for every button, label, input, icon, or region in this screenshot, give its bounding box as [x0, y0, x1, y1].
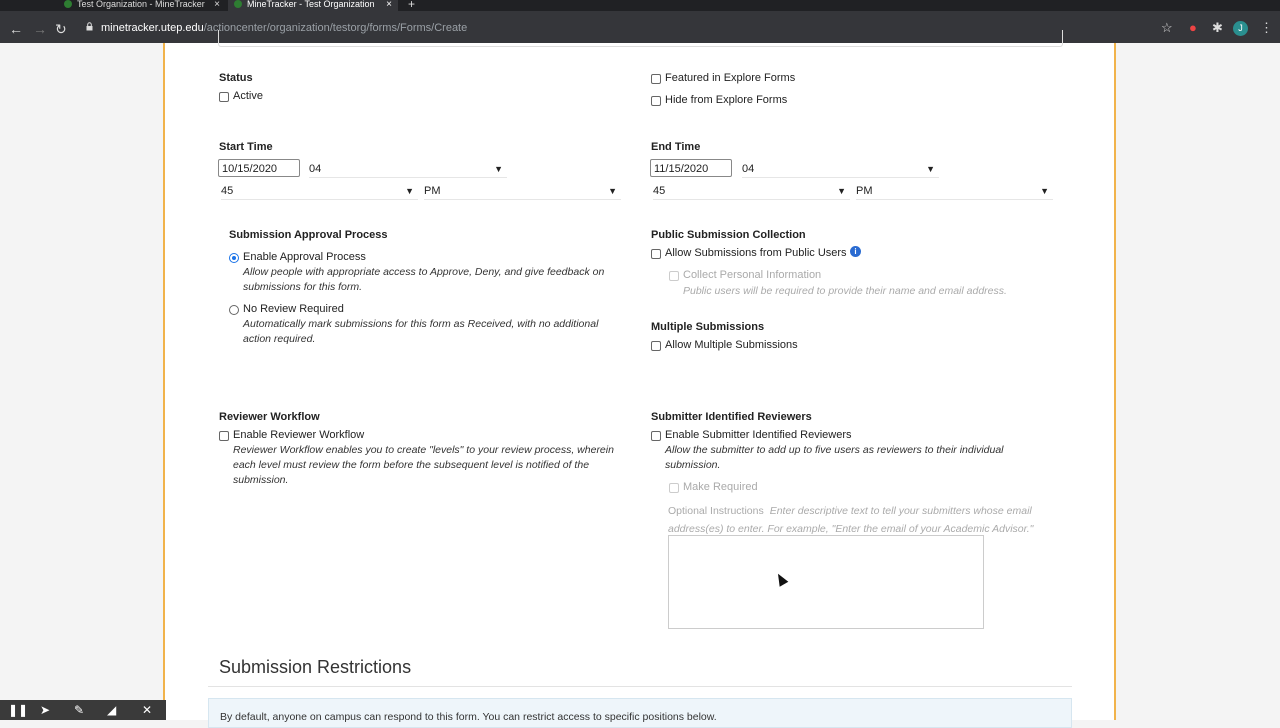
start-ampm-select[interactable]: PM ▼ — [424, 183, 621, 200]
browser-tab-1[interactable]: Test Organization - MineTracker × — [58, 0, 226, 11]
allow-public-label: Allow Submissions from Public Users — [665, 247, 847, 259]
end-date-input[interactable]: 11/15/2020 — [650, 159, 732, 177]
featured-checkbox[interactable] — [651, 74, 661, 84]
menu-icon[interactable]: ⋮ — [1260, 20, 1273, 36]
collect-info-label: Collect Personal Information — [683, 269, 822, 281]
puzzle-icon[interactable]: ✱ — [1212, 20, 1223, 36]
end-minute-select[interactable]: 45 ▼ — [653, 183, 850, 200]
chevron-down-icon: ▼ — [608, 186, 617, 196]
tab-bar: Test Organization - MineTracker × MineTr… — [0, 0, 1280, 11]
pen-icon[interactable]: ✎ — [74, 703, 84, 717]
start-minute-select[interactable]: 45 ▼ — [221, 183, 418, 200]
enable-approval-label: Enable Approval Process — [243, 251, 366, 263]
close-tab-icon[interactable]: × — [386, 0, 392, 10]
favicon-icon — [234, 0, 242, 8]
start-hour-select[interactable]: 04 ▼ — [309, 161, 507, 178]
submitter-label: Submitter Identified Reviewers — [651, 411, 812, 423]
end-hour-select[interactable]: 04 ▼ — [742, 161, 939, 178]
submitter-help: Allow the submitter to add up to five us… — [665, 444, 1004, 471]
top-input-box[interactable] — [218, 30, 1063, 47]
avatar[interactable]: J — [1233, 21, 1248, 36]
enable-reviewer-checkbox[interactable] — [219, 431, 229, 441]
enable-approval-help: Allow people with appropriate access to … — [243, 266, 605, 293]
restrictions-heading: Submission Restrictions — [219, 657, 412, 677]
collect-info-checkbox[interactable] — [669, 271, 679, 281]
active-label: Active — [233, 90, 263, 102]
reviewer-label: Reviewer Workflow — [219, 411, 320, 423]
extension-icon[interactable]: ● — [1189, 20, 1197, 35]
hide-label: Hide from Explore Forms — [665, 94, 788, 106]
instructions-label: Optional Instructions — [668, 505, 764, 517]
start-date-input[interactable]: 10/15/2020 — [218, 159, 300, 177]
no-review-radio[interactable] — [229, 305, 239, 315]
allow-multiple-checkbox[interactable] — [651, 341, 661, 351]
end-ampm-select[interactable]: PM ▼ — [856, 183, 1053, 200]
chevron-down-icon: ▼ — [405, 186, 414, 196]
restrictions-banner: By default, anyone on campus can respond… — [208, 698, 1072, 728]
divider — [208, 686, 1072, 687]
close-icon[interactable]: ✕ — [142, 703, 152, 717]
favicon-icon — [64, 0, 72, 8]
chevron-down-icon: ▼ — [1040, 186, 1049, 196]
info-icon[interactable]: i — [850, 246, 861, 257]
pause-icon[interactable]: ❚❚ — [8, 703, 28, 717]
bookmark-star-icon[interactable]: ☆ — [1161, 20, 1173, 36]
active-checkbox[interactable] — [219, 92, 229, 102]
browser-tab-2[interactable]: MineTracker - Test Organization × — [228, 0, 398, 11]
enable-submitter-checkbox[interactable] — [651, 431, 661, 441]
lock-icon — [86, 22, 93, 31]
back-icon[interactable]: ← — [9, 21, 23, 37]
enable-submitter-label: Enable Submitter Identified Reviewers — [665, 429, 852, 441]
end-time-label: End Time — [651, 141, 701, 153]
featured-label: Featured in Explore Forms — [665, 72, 796, 84]
chevron-down-icon: ▼ — [494, 164, 503, 174]
reload-icon[interactable]: ↻ — [55, 21, 67, 38]
highlighter-icon[interactable]: ◢ — [107, 703, 116, 717]
make-required-checkbox[interactable] — [669, 483, 679, 493]
forward-icon[interactable]: → — [33, 21, 47, 37]
multiple-label: Multiple Submissions — [651, 321, 765, 333]
enable-reviewer-label: Enable Reviewer Workflow — [233, 429, 365, 441]
make-required-label: Make Required — [683, 481, 758, 493]
pointer-icon[interactable]: ➤ — [40, 703, 50, 717]
approval-label: Submission Approval Process — [229, 229, 388, 241]
reviewer-help: Reviewer Workflow enables you to create … — [233, 444, 614, 486]
chevron-down-icon: ▼ — [926, 164, 935, 174]
no-review-label: No Review Required — [243, 303, 344, 315]
public-label: Public Submission Collection — [651, 229, 806, 241]
allow-public-checkbox[interactable] — [651, 249, 661, 259]
instructions-textarea[interactable] — [668, 535, 984, 629]
hide-checkbox[interactable] — [651, 96, 661, 106]
collect-info-help: Public users will be required to provide… — [683, 285, 1007, 297]
allow-multiple-label: Allow Multiple Submissions — [665, 339, 798, 351]
status-label: Status — [219, 72, 253, 84]
start-time-label: Start Time — [219, 141, 273, 153]
chevron-down-icon: ▼ — [837, 186, 846, 196]
enable-approval-radio[interactable] — [229, 253, 239, 263]
instructions-block: Optional Instructions Enter descriptive t… — [668, 502, 1053, 538]
no-review-help: Automatically mark submissions for this … — [243, 318, 599, 345]
new-tab-button[interactable]: + — [408, 0, 415, 11]
close-tab-icon[interactable]: × — [214, 0, 220, 10]
